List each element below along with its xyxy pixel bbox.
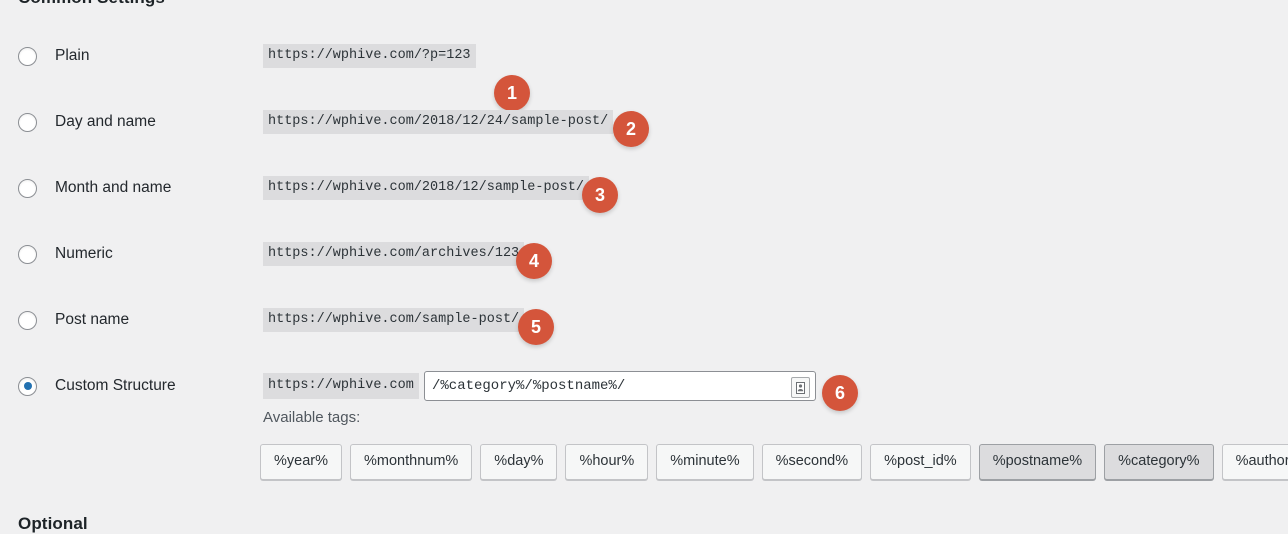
- callout-badge-3: 3: [582, 177, 618, 213]
- permalink-example-post-name: https://wphive.com/sample-post/: [263, 308, 525, 332]
- tag-button-postname[interactable]: %postname%: [978, 444, 1097, 480]
- permalink-option-row: Day and name https://wphive.com/2018/12/…: [0, 108, 1288, 148]
- permalink-option-row: Month and name https://wphive.com/2018/1…: [0, 174, 1288, 214]
- permalink-example-month-and-name: https://wphive.com/2018/12/sample-post/: [263, 176, 589, 200]
- callout-badge-6: 6: [822, 375, 858, 411]
- permalink-example-day-and-name: https://wphive.com/2018/12/24/sample-pos…: [263, 110, 614, 134]
- tag-button-year[interactable]: %year%: [260, 444, 342, 480]
- permalink-option-day-and-name[interactable]: Day and name: [18, 108, 156, 136]
- permalink-option-label: Plain: [55, 47, 90, 64]
- tag-button-post-id[interactable]: %post_id%: [870, 444, 971, 480]
- permalink-option-numeric[interactable]: Numeric: [18, 240, 113, 268]
- callout-badge-5: 5: [518, 309, 554, 345]
- permalink-option-label: Custom Structure: [55, 377, 176, 394]
- tag-button-hour[interactable]: %hour%: [565, 444, 649, 480]
- tag-button-second[interactable]: %second%: [761, 444, 863, 480]
- custom-structure-prefix: https://wphive.com: [263, 373, 419, 399]
- permalink-option-plain[interactable]: Plain: [18, 42, 89, 70]
- permalink-option-label: Numeric: [55, 245, 113, 262]
- permalink-option-month-and-name[interactable]: Month and name: [18, 174, 171, 202]
- permalink-option-custom-structure[interactable]: Custom Structure: [18, 372, 176, 400]
- tag-button-monthnum[interactable]: %monthnum%: [350, 444, 473, 480]
- permalink-option-label: Day and name: [55, 113, 156, 130]
- callout-badge-1: 1: [494, 75, 530, 111]
- callout-badge-2: 2: [613, 111, 649, 147]
- radio-month-and-name[interactable]: [18, 178, 37, 198]
- permalink-option-label: Post name: [55, 311, 130, 328]
- radio-numeric[interactable]: [18, 244, 37, 264]
- tag-button-category[interactable]: %category%: [1104, 444, 1214, 480]
- permalink-option-label: Month and name: [55, 179, 172, 196]
- custom-structure-input[interactable]: [424, 371, 816, 401]
- available-tags-label: Available tags:: [263, 409, 361, 426]
- contact-card-icon[interactable]: [791, 377, 810, 398]
- tag-button-author[interactable]: %author%: [1221, 444, 1288, 480]
- radio-day-and-name[interactable]: [18, 112, 37, 132]
- permalink-example-numeric: https://wphive.com/archives/123: [263, 242, 525, 266]
- permalink-option-row: Plain https://wphive.com/?p=123 1: [0, 42, 1288, 111]
- permalink-option-row: Numeric https://wphive.com/archives/123 …: [0, 240, 1288, 280]
- section-heading-common-settings: Common Settings: [18, 0, 165, 8]
- radio-plain[interactable]: [18, 46, 37, 66]
- radio-post-name[interactable]: [18, 310, 37, 330]
- section-heading-optional: Optional: [18, 514, 88, 533]
- permalink-option-post-name[interactable]: Post name: [18, 306, 129, 334]
- permalink-settings-page: Common Settings Plain https://wphive.com…: [0, 0, 1288, 533]
- tag-button-day[interactable]: %day%: [480, 444, 558, 480]
- available-tags-list: %year% %monthnum% %day% %hour% %minute% …: [260, 444, 1288, 480]
- callout-badge-4: 4: [516, 243, 552, 279]
- permalink-option-row: Post name https://wphive.com/sample-post…: [0, 306, 1288, 346]
- tag-button-minute[interactable]: %minute%: [656, 444, 754, 480]
- radio-custom-structure[interactable]: [18, 376, 37, 396]
- permalink-example-plain: https://wphive.com/?p=123: [263, 44, 476, 68]
